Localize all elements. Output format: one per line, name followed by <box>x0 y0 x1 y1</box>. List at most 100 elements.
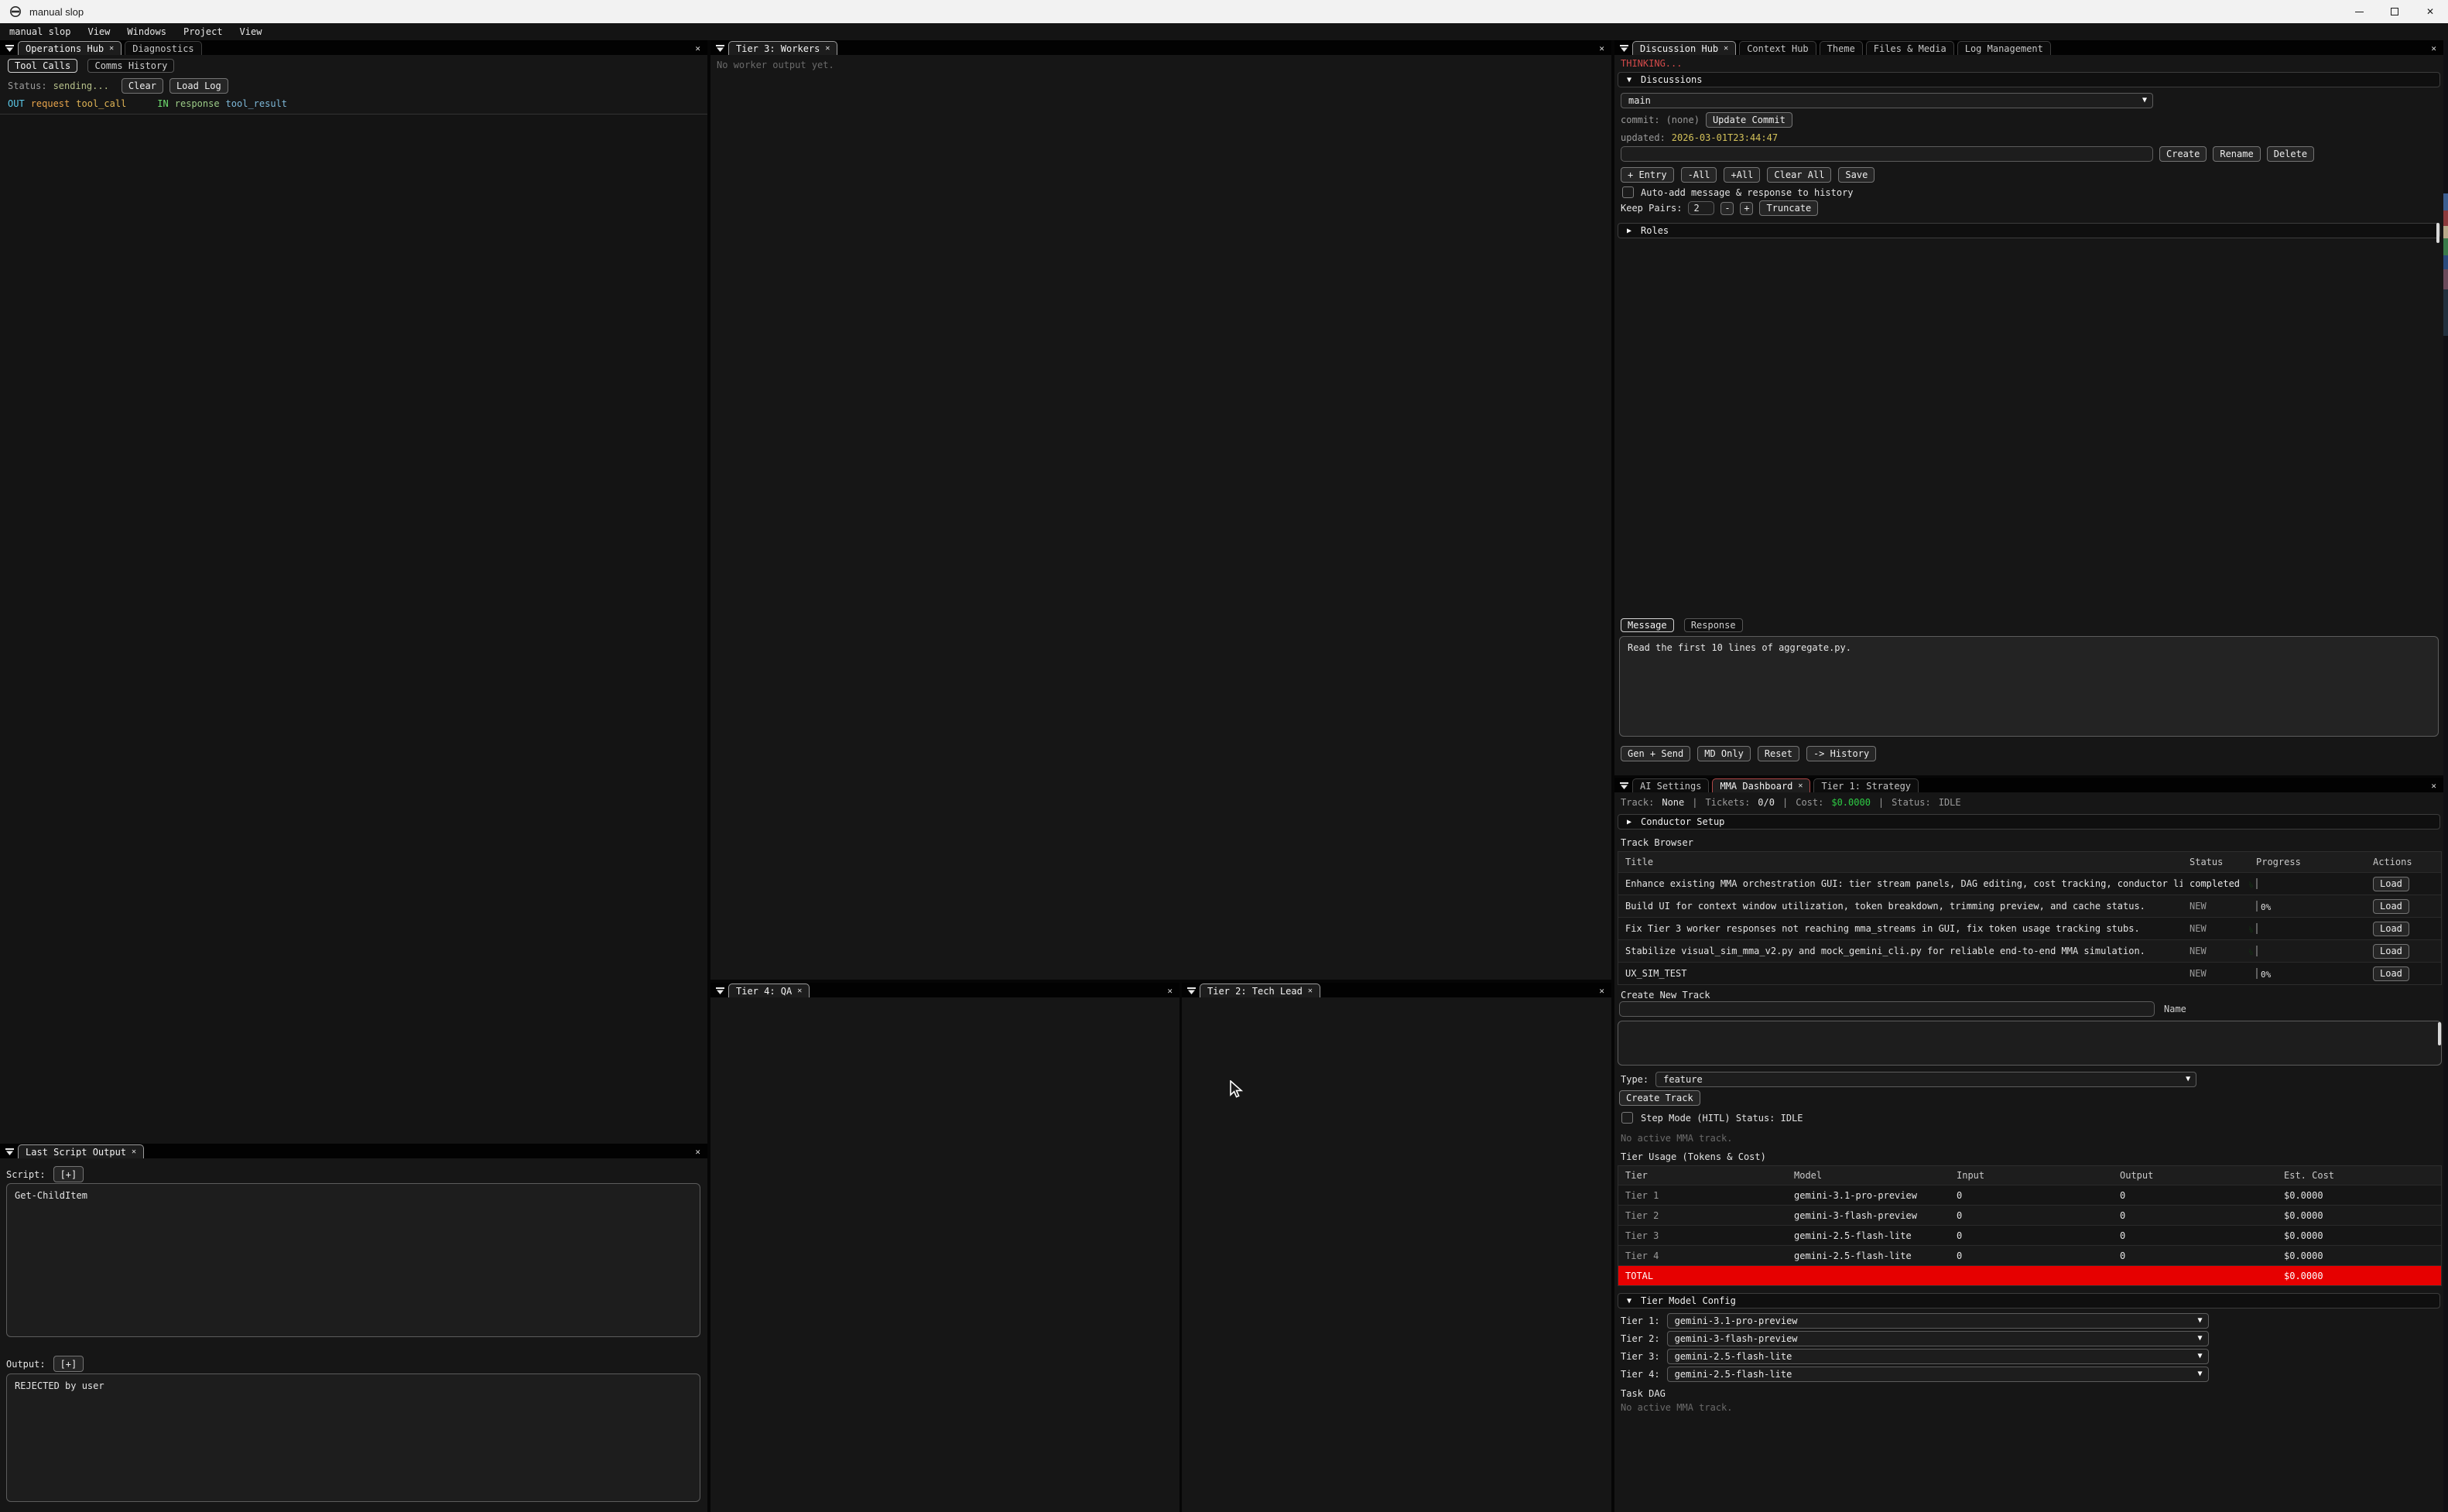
dock-icon[interactable] <box>5 44 14 53</box>
discussions-section-header[interactable]: ▼ Discussions <box>1618 72 2440 87</box>
keep-pairs-decrement-button[interactable]: - <box>1720 202 1734 215</box>
tab-theme[interactable]: Theme <box>1820 41 1863 55</box>
delete-button[interactable]: Delete <box>2267 146 2314 162</box>
autoadd-checkbox[interactable] <box>1622 186 1634 198</box>
to-history-button[interactable]: -> History <box>1806 746 1876 761</box>
md-only-button[interactable]: MD Only <box>1697 746 1751 761</box>
gen-send-button[interactable]: Gen + Send <box>1621 746 1690 761</box>
tier4-model-select[interactable]: gemini-2.5-flash-lite ▼ <box>1667 1367 2209 1382</box>
close-panel-icon[interactable]: ✕ <box>695 43 707 55</box>
tab-tier4-qa[interactable]: Tier 4: QA ✕ <box>728 983 810 997</box>
tab-tier3-workers[interactable]: Tier 3: Workers ✕ <box>728 41 837 55</box>
close-tab-icon[interactable]: ✕ <box>1724 44 1728 53</box>
minimize-button[interactable] <box>2341 0 2377 23</box>
track-row[interactable]: UX_SIM_TEST NEW 0% Load <box>1618 962 2441 984</box>
menu-item-project[interactable]: Project <box>183 26 223 37</box>
dock-icon[interactable] <box>5 1148 14 1156</box>
new-track-description-textarea[interactable] <box>1618 1021 2442 1066</box>
track-row[interactable]: Enhance existing MMA orchestration GUI: … <box>1618 872 2441 895</box>
tab-files-media[interactable]: Files & Media <box>1866 41 1954 55</box>
tool-calls-list[interactable] <box>0 115 707 1144</box>
tab-operations-hub[interactable]: Operations Hub ✕ <box>18 41 122 55</box>
keep-pairs-increment-button[interactable]: + <box>1740 202 1753 215</box>
close-window-button[interactable]: ✕ <box>2412 0 2448 23</box>
update-commit-button[interactable]: Update Commit <box>1706 112 1792 128</box>
track-row[interactable]: Fix Tier 3 worker responses not reaching… <box>1618 917 2441 939</box>
rename-button[interactable]: Rename <box>2213 146 2260 162</box>
close-tab-icon[interactable]: ✕ <box>825 44 830 53</box>
clear-button[interactable]: Clear <box>122 78 163 94</box>
tab-diagnostics[interactable]: Diagnostics <box>125 41 201 55</box>
discussion-select[interactable]: main ▼ <box>1621 93 2153 108</box>
subtab-message[interactable]: Message <box>1621 618 1674 632</box>
subtab-tool-calls[interactable]: Tool Calls <box>8 59 77 73</box>
track-row[interactable]: Build UI for context window utilization,… <box>1618 895 2441 917</box>
output-expand-button[interactable]: [+] <box>53 1356 84 1372</box>
minus-all-button[interactable]: -All <box>1681 167 1717 183</box>
close-panel-icon[interactable]: ✕ <box>2431 43 2443 55</box>
dock-icon[interactable] <box>1620 782 1628 790</box>
dock-icon[interactable] <box>1187 987 1196 995</box>
dock-icon[interactable] <box>716 987 724 995</box>
load-button[interactable]: Load <box>2373 944 2409 959</box>
load-log-button[interactable]: Load Log <box>169 78 228 94</box>
close-tab-icon[interactable]: ✕ <box>1308 987 1313 995</box>
close-panel-icon[interactable]: ✕ <box>1167 986 1179 997</box>
dock-icon[interactable] <box>716 44 724 53</box>
tab-ai-settings[interactable]: AI Settings <box>1632 778 1709 792</box>
tier1-model-select[interactable]: gemini-3.1-pro-preview ▼ <box>1667 1313 2209 1329</box>
close-panel-icon[interactable]: ✕ <box>2431 781 2443 792</box>
step-mode-checkbox[interactable] <box>1621 1112 1633 1124</box>
plus-all-button[interactable]: +All <box>1724 167 1760 183</box>
tab-log-management[interactable]: Log Management <box>1957 41 2051 55</box>
maximize-button[interactable] <box>2377 0 2412 23</box>
dock-icon[interactable] <box>1620 44 1628 53</box>
close-panel-icon[interactable]: ✕ <box>1599 986 1611 997</box>
roles-section-header[interactable]: ▶ Roles <box>1618 223 2440 238</box>
load-button[interactable]: Load <box>2373 922 2409 936</box>
truncate-button[interactable]: Truncate <box>1759 200 1818 216</box>
create-track-button[interactable]: Create Track <box>1619 1090 1700 1106</box>
menu-item-windows[interactable]: Windows <box>127 26 166 37</box>
track-type-select[interactable]: feature ▼ <box>1655 1072 2196 1087</box>
tier2-model-select[interactable]: gemini-3-flash-preview ▼ <box>1667 1331 2209 1346</box>
reset-button[interactable]: Reset <box>1758 746 1799 761</box>
tab-last-script-output[interactable]: Last Script Output ✕ <box>18 1144 144 1158</box>
close-tab-icon[interactable]: ✕ <box>132 1148 136 1156</box>
output-content[interactable]: REJECTED by user <box>6 1373 700 1502</box>
tab-tier1-strategy[interactable]: Tier 1: Strategy <box>1813 778 1919 792</box>
menu-item-view-2[interactable]: View <box>240 26 262 37</box>
tab-mma-dashboard[interactable]: MMA Dashboard ✕ <box>1712 778 1810 792</box>
new-track-name-input[interactable] <box>1619 1001 2155 1017</box>
load-button[interactable]: Load <box>2373 877 2409 891</box>
scrollbar-thumb[interactable] <box>2438 1022 2441 1045</box>
load-button[interactable]: Load <box>2373 966 2409 981</box>
close-tab-icon[interactable]: ✕ <box>1798 782 1803 790</box>
script-expand-button[interactable]: [+] <box>53 1166 84 1182</box>
subtab-response[interactable]: Response <box>1684 618 1743 632</box>
keep-pairs-input[interactable]: 2 <box>1688 201 1714 215</box>
tab-discussion-hub[interactable]: Discussion Hub ✕ <box>1632 41 1736 55</box>
menu-item-view[interactable]: View <box>87 26 110 37</box>
tier-model-config-header[interactable]: ▼ Tier Model Config <box>1618 1293 2440 1308</box>
script-content[interactable]: Get-ChildItem <box>6 1183 700 1337</box>
close-panel-icon[interactable]: ✕ <box>1599 43 1611 55</box>
close-panel-icon[interactable]: ✕ <box>695 1147 707 1158</box>
menu-item-manual-slop[interactable]: manual slop <box>9 26 70 37</box>
scrollbar-thumb[interactable] <box>2436 223 2439 243</box>
add-entry-button[interactable]: + Entry <box>1621 167 1674 183</box>
message-textarea[interactable]: Read the first 10 lines of aggregate.py. <box>1619 636 2439 737</box>
conductor-setup-header[interactable]: ▶ Conductor Setup <box>1618 814 2440 830</box>
close-tab-icon[interactable]: ✕ <box>109 44 114 53</box>
subtab-comms-history[interactable]: Comms History <box>87 59 174 73</box>
save-button[interactable]: Save <box>1838 167 1875 183</box>
load-button[interactable]: Load <box>2373 899 2409 914</box>
discussion-name-input[interactable] <box>1621 146 2153 162</box>
tab-tier2-tech-lead[interactable]: Tier 2: Tech Lead ✕ <box>1200 983 1320 997</box>
clear-all-button[interactable]: Clear All <box>1767 167 1831 183</box>
create-button[interactable]: Create <box>2159 146 2207 162</box>
close-tab-icon[interactable]: ✕ <box>797 987 802 995</box>
track-row[interactable]: Stabilize visual_sim_mma_v2.py and mock_… <box>1618 939 2441 962</box>
tab-context-hub[interactable]: Context Hub <box>1739 41 1816 55</box>
tier3-model-select[interactable]: gemini-2.5-flash-lite ▼ <box>1667 1349 2209 1364</box>
